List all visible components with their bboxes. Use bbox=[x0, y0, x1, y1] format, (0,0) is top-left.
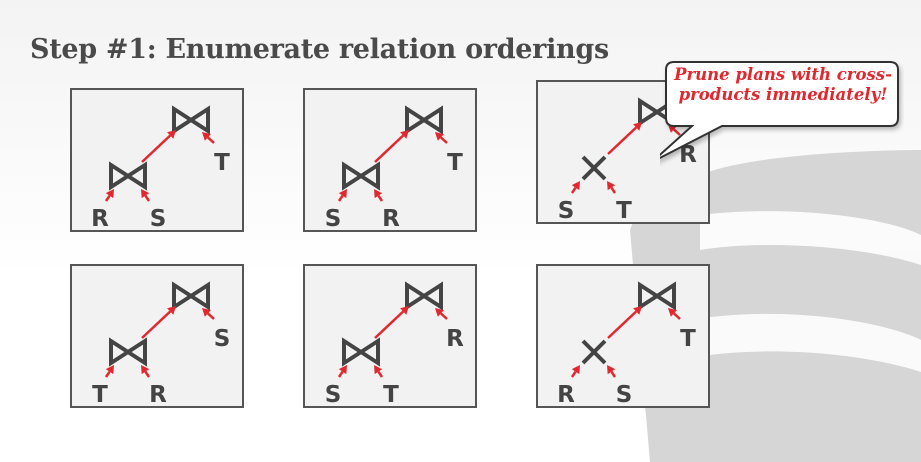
top-join-operator bbox=[405, 281, 443, 311]
edge-right-leaf-to-inner bbox=[374, 365, 384, 378]
edge-right-leaf-to-inner bbox=[141, 189, 151, 202]
edge-left-leaf-to-inner bbox=[570, 181, 580, 194]
top-leaf-label: R bbox=[446, 326, 464, 352]
callout-line-1: Prune plans with cross- bbox=[674, 65, 892, 84]
top-join-operator bbox=[172, 281, 210, 311]
plan-tree-5: S T R bbox=[325, 281, 464, 408]
plan-tree-1: R S T bbox=[91, 105, 230, 232]
edge-right-leaf-to-inner bbox=[607, 365, 617, 378]
bottom-cross-operator bbox=[581, 155, 607, 181]
bottom-join-operator bbox=[109, 161, 147, 191]
edge-inner-to-top bbox=[607, 306, 642, 339]
edge-left-leaf-to-inner bbox=[337, 189, 347, 202]
leaf-right-label: T bbox=[616, 198, 632, 224]
top-join-operator bbox=[172, 105, 210, 135]
leaf-left-label: R bbox=[557, 382, 575, 408]
plan-box-1: R S T bbox=[70, 88, 244, 232]
edge-inner-to-top bbox=[374, 130, 409, 163]
leaf-left-label: S bbox=[325, 206, 342, 232]
leaf-left-label: R bbox=[91, 206, 109, 232]
edge-left-leaf-to-inner bbox=[570, 365, 580, 378]
leaf-right-label: T bbox=[383, 382, 399, 408]
page-title: Step #1: Enumerate relation orderings bbox=[30, 34, 609, 65]
bottom-cross-operator bbox=[581, 339, 607, 365]
plan-box-2: S R T bbox=[303, 88, 477, 232]
edge-inner-to-top bbox=[607, 122, 642, 155]
callout-bubble: Prune plans with cross- products immedia… bbox=[660, 58, 904, 178]
callout-line-2: products immediately! bbox=[678, 85, 888, 104]
edge-inner-to-top bbox=[141, 130, 176, 163]
leaf-left-label: S bbox=[558, 198, 575, 224]
leaf-right-label: S bbox=[616, 382, 633, 408]
top-leaf-label: S bbox=[214, 326, 231, 352]
plan-tree-4: T R S bbox=[92, 281, 231, 408]
edge-top-leaf-to-top bbox=[435, 308, 448, 320]
leaf-left-label: T bbox=[92, 382, 108, 408]
top-leaf-label: T bbox=[214, 150, 230, 176]
edge-left-leaf-to-inner bbox=[104, 365, 114, 378]
leaf-left-label: S bbox=[325, 382, 342, 408]
callout-text: Prune plans with cross- products immedia… bbox=[672, 65, 894, 105]
edge-inner-to-top bbox=[141, 306, 176, 339]
top-leaf-label: T bbox=[447, 150, 463, 176]
edge-right-leaf-to-inner bbox=[607, 181, 617, 194]
edge-top-leaf-to-top bbox=[202, 308, 215, 320]
bottom-join-operator bbox=[342, 337, 380, 367]
edge-top-leaf-to-top bbox=[668, 308, 681, 320]
bottom-join-operator bbox=[109, 337, 147, 367]
plan-box-4: T R S bbox=[70, 264, 244, 408]
top-join-operator bbox=[405, 105, 443, 135]
leaf-right-label: R bbox=[382, 206, 400, 232]
edge-top-leaf-to-top bbox=[202, 132, 215, 144]
leaf-right-label: R bbox=[149, 382, 167, 408]
top-join-operator bbox=[638, 281, 676, 311]
bottom-join-operator bbox=[342, 161, 380, 191]
edge-right-leaf-to-inner bbox=[374, 189, 384, 202]
top-leaf-label: T bbox=[680, 326, 696, 352]
leaf-right-label: S bbox=[150, 206, 167, 232]
edge-inner-to-top bbox=[374, 306, 409, 339]
plan-tree-6: R S T bbox=[557, 281, 696, 408]
edge-left-leaf-to-inner bbox=[104, 189, 114, 202]
edge-top-leaf-to-top bbox=[435, 132, 448, 144]
plan-tree-2: S R T bbox=[325, 105, 463, 232]
plan-box-5: S T R bbox=[303, 264, 477, 408]
edge-left-leaf-to-inner bbox=[337, 365, 347, 378]
plan-box-6: R S T bbox=[536, 264, 710, 408]
edge-right-leaf-to-inner bbox=[141, 365, 151, 378]
